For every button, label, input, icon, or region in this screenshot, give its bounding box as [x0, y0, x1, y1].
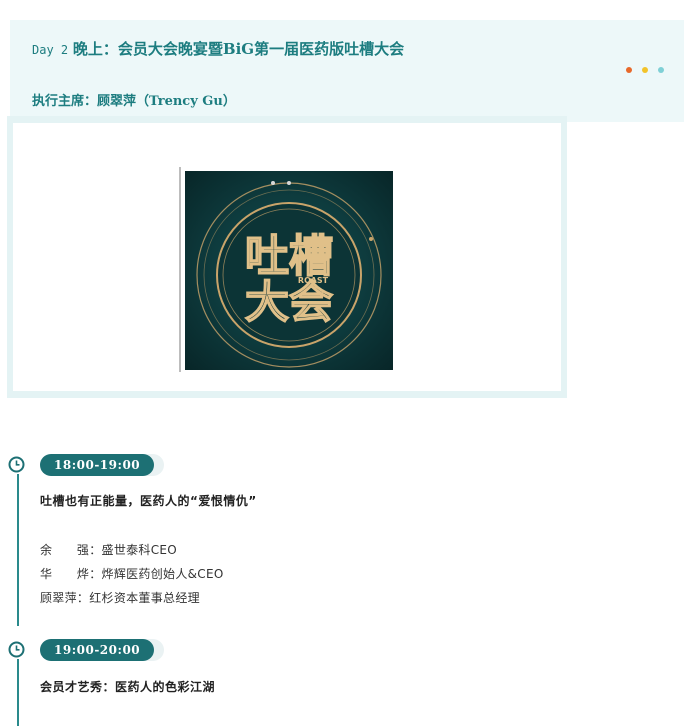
day-label: Day 2	[32, 43, 69, 57]
decorative-dots	[626, 67, 664, 73]
session-time: 19:00-20:00	[40, 639, 155, 661]
speaker-role: 红杉资本董事总经理	[89, 591, 200, 605]
poster-tag: ROAST	[298, 276, 329, 285]
speaker-row: 华 烨：烨辉医药创始人&CEO	[40, 567, 224, 581]
roast-poster-image: 吐槽 大会 ROAST	[185, 171, 393, 370]
speaker-name: 余 强	[40, 543, 90, 557]
speaker-row: 顾翠萍：红杉资本董事总经理	[40, 591, 200, 605]
timeline-line	[17, 474, 19, 626]
cyan-dot	[658, 67, 664, 73]
poster-title-top: 吐槽	[245, 231, 333, 282]
poster-panel: 吐槽 大会 ROAST	[7, 116, 567, 398]
clock-icon	[8, 641, 25, 658]
yellow-dot	[642, 67, 648, 73]
roast-poster: 吐槽 大会 ROAST	[179, 167, 399, 372]
speaker-name: 顾翠萍	[40, 591, 77, 605]
agenda-title: Day 2 晚上：会员大会晚宴暨BiG第一届医药版吐槽大会	[32, 38, 404, 59]
speaker-role: 烨辉医药创始人&CEO	[101, 567, 224, 581]
speaker-role: 盛世泰科CEO	[101, 543, 178, 557]
event-title: 晚上：会员大会晚宴暨BiG第一届医药版吐槽大会	[72, 40, 405, 58]
session-time: 18:00-19:00	[40, 454, 155, 476]
orange-dot	[626, 67, 632, 73]
agenda-header: Day 2 晚上：会员大会晚宴暨BiG第一届医药版吐槽大会 执行主席：顾翠萍（T…	[10, 20, 684, 122]
speaker-name: 华 烨	[40, 567, 90, 581]
clock-icon	[8, 456, 25, 473]
session-title: 吐槽也有正能量，医药人的“爱恨情仇”	[40, 494, 257, 508]
speaker-row: 余 强：盛世泰科CEO	[40, 543, 178, 557]
session-title: 会员才艺秀：医药人的色彩江湖	[40, 680, 216, 694]
poster-panel-inner: 吐槽 大会 ROAST	[13, 123, 561, 391]
executive-chair: 执行主席：顾翠萍（Trency Gu）	[32, 94, 236, 109]
timeline-line	[17, 659, 19, 726]
